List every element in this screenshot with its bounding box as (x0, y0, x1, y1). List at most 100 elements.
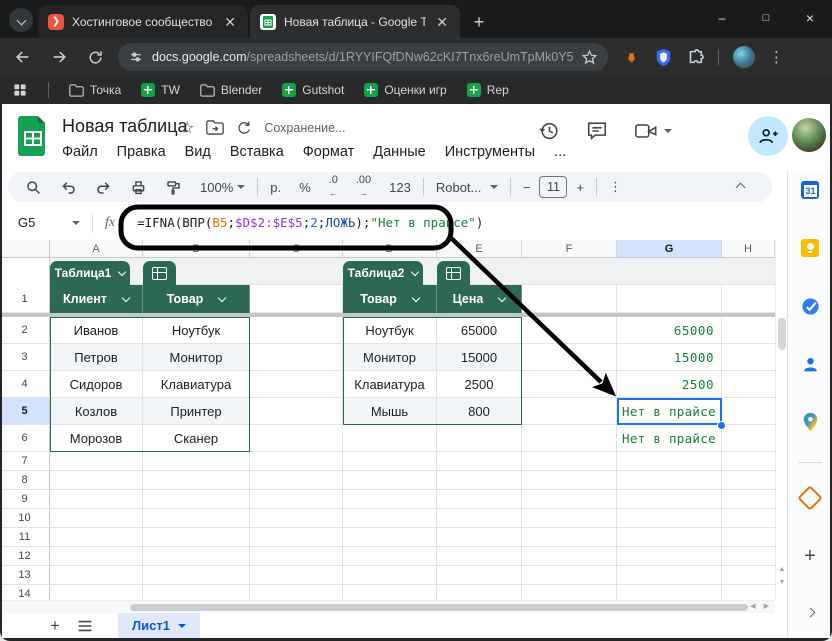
redo-icon[interactable] (86, 172, 121, 202)
cell-e2[interactable]: 65000 (437, 317, 522, 344)
collapse-panel-icon[interactable] (800, 602, 820, 622)
empty-cell[interactable] (50, 528, 143, 547)
empty-cell[interactable] (617, 585, 722, 600)
print-icon[interactable] (121, 172, 156, 202)
empty-cell[interactable] (250, 285, 343, 313)
empty-cell[interactable] (617, 547, 722, 566)
account-avatar[interactable] (792, 118, 826, 152)
cell-b6[interactable]: Сканер (143, 425, 250, 452)
menu-data[interactable]: Данные (373, 144, 425, 160)
increase-font-size-button[interactable]: + (567, 172, 593, 202)
column-header-a[interactable]: A (50, 240, 143, 258)
row-header[interactable]: 11 (0, 528, 50, 547)
row-header[interactable]: 14 (0, 585, 50, 600)
format-currency-button[interactable]: р. (261, 172, 290, 202)
empty-cell[interactable] (343, 471, 437, 490)
empty-cell[interactable] (250, 452, 343, 471)
browser-tab-timeweb[interactable]: ❯ Хостинговое сообщество «Tim ✕ (38, 5, 248, 38)
new-tab-button[interactable]: + (466, 9, 492, 35)
document-title[interactable]: Новая таблица (62, 116, 188, 137)
empty-cell[interactable] (522, 585, 617, 600)
empty-cell[interactable] (722, 371, 775, 398)
empty-cell[interactable] (250, 547, 343, 566)
empty-cell[interactable] (617, 452, 722, 471)
font-select[interactable]: Robot... (427, 172, 507, 202)
cell-d2[interactable]: Ноутбук (343, 317, 437, 344)
row-header[interactable]: 9 (0, 490, 50, 509)
empty-cell[interactable] (722, 285, 775, 313)
empty-cell[interactable] (343, 452, 437, 471)
minimize-button[interactable]: – (700, 0, 744, 36)
empty-cell[interactable] (722, 471, 775, 490)
bookmark-rep[interactable]: Rep (466, 83, 509, 97)
addon-icon[interactable] (797, 485, 823, 511)
menu-insert[interactable]: Вставка (230, 144, 284, 160)
column-header-b[interactable]: B (143, 240, 250, 258)
google-sheets-logo[interactable] (18, 116, 48, 156)
star-icon[interactable]: ☆ (180, 118, 194, 137)
zoom-select[interactable]: 100% (191, 172, 254, 202)
cell-g2[interactable]: 65000 (617, 317, 722, 344)
empty-cell[interactable] (437, 566, 522, 585)
empty-cell[interactable] (722, 425, 775, 452)
empty-cell[interactable] (50, 547, 143, 566)
cell-d3[interactable]: Монитор (343, 344, 437, 371)
empty-cell[interactable] (143, 528, 250, 547)
empty-cell[interactable] (522, 344, 617, 371)
cell-b3[interactable]: Монитор (143, 344, 250, 371)
cell-b5[interactable]: Принтер (143, 398, 250, 425)
cell-a4[interactable]: Сидоров (50, 371, 143, 398)
cell-a3[interactable]: Петров (50, 344, 143, 371)
metamask-extension-icon[interactable] (622, 48, 641, 67)
browser-tab-sheets[interactable]: Новая таблица - Google Табли ✕ (250, 5, 460, 38)
empty-cell[interactable] (617, 285, 722, 313)
cell-b2[interactable]: Ноутбук (143, 317, 250, 344)
empty-cell[interactable] (250, 585, 343, 600)
empty-cell[interactable] (437, 452, 522, 471)
empty-cell[interactable] (343, 425, 437, 452)
empty-cell[interactable] (250, 371, 343, 398)
bookmark-folder-tochka[interactable]: Точка (69, 83, 121, 97)
row-header[interactable]: 1 (0, 285, 50, 313)
empty-cell[interactable] (250, 425, 343, 452)
empty-cell[interactable] (343, 490, 437, 509)
empty-cell[interactable] (522, 371, 617, 398)
menu-tools[interactable]: Инструменты (445, 144, 535, 160)
cell-g3[interactable]: 15000 (617, 344, 722, 371)
tasks-icon[interactable] (800, 296, 820, 316)
apps-grid-icon[interactable] (12, 82, 28, 98)
empty-cell[interactable] (143, 471, 250, 490)
empty-cell[interactable] (522, 471, 617, 490)
menu-more[interactable]: ... (554, 144, 566, 160)
tab-close-icon[interactable]: ✕ (434, 15, 450, 29)
empty-cell[interactable] (722, 547, 775, 566)
row-header[interactable]: 4 (0, 371, 50, 398)
row-header[interactable]: 10 (0, 509, 50, 528)
empty-cell[interactable] (522, 425, 617, 452)
cell-e5[interactable]: 800 (437, 398, 522, 425)
cell-a5[interactable]: Козлов (50, 398, 143, 425)
cell-b4[interactable]: Клавиатура (143, 371, 250, 398)
sheet-tab-list1[interactable]: Лист1 (118, 613, 200, 638)
bookmark-folder-blender[interactable]: Blender (200, 83, 262, 97)
empty-cell[interactable] (437, 490, 522, 509)
empty-cell[interactable] (617, 490, 722, 509)
empty-cell[interactable] (522, 547, 617, 566)
address-bar[interactable]: docs.google.com/spreadsheets/d/1RYYIFQfD… (118, 43, 608, 71)
empty-cell[interactable] (722, 509, 775, 528)
calendar-icon[interactable] (800, 180, 820, 200)
empty-cell[interactable] (143, 547, 250, 566)
tab-search-button[interactable] (9, 8, 33, 32)
bookmark-ocenki-igr[interactable]: Оценки игр (364, 83, 447, 97)
table2-header-tovar[interactable]: Товар (343, 285, 437, 313)
fill-handle[interactable] (717, 421, 726, 430)
site-settings-icon[interactable] (128, 49, 144, 65)
column-header-e[interactable]: E (437, 240, 522, 258)
decrease-font-size-button[interactable]: − (514, 172, 540, 202)
font-size-input[interactable]: 11 (539, 176, 568, 198)
row-header[interactable]: 3 (0, 344, 50, 371)
decrease-decimals-button[interactable]: .0 ← (320, 172, 347, 202)
empty-cell[interactable] (722, 566, 775, 585)
empty-cell[interactable] (250, 490, 343, 509)
empty-cell[interactable] (437, 585, 522, 600)
